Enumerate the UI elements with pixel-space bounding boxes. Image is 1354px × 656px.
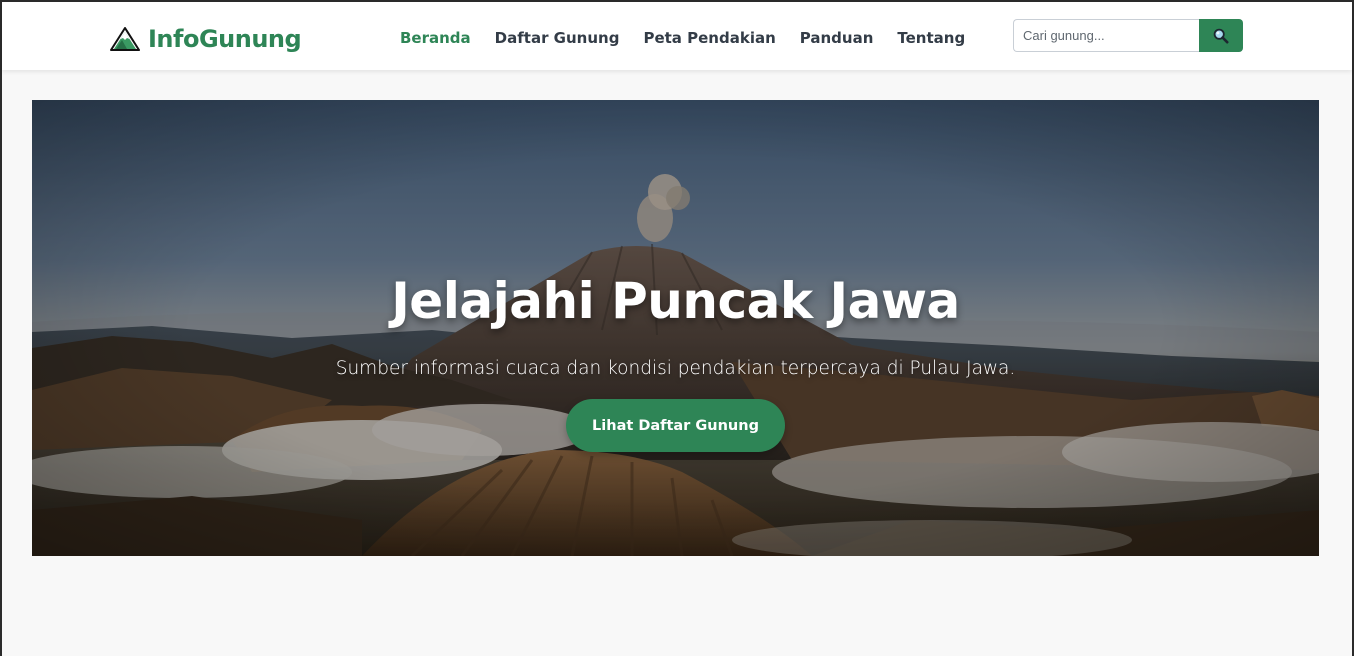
nav-link-peta-pendakian[interactable]: Peta Pendakian [643, 29, 775, 47]
hero-banner: Jelajahi Puncak Jawa Sumber informasi cu… [32, 100, 1319, 556]
navbar: InfoGunung Beranda Daftar Gunung Peta Pe… [2, 2, 1352, 70]
magnifier-icon [1213, 28, 1229, 43]
brand-link[interactable]: InfoGunung [110, 24, 302, 54]
search-input[interactable] [1013, 19, 1199, 52]
view-mountains-button[interactable]: Lihat Daftar Gunung [566, 399, 785, 452]
main-nav: Beranda Daftar Gunung Peta Pendakian Pan… [400, 26, 965, 50]
nav-link-daftar-gunung[interactable]: Daftar Gunung [495, 29, 620, 47]
hero-title: Jelajahi Puncak Jawa [391, 272, 960, 330]
mountain-icon [110, 27, 140, 51]
nav-link-beranda[interactable]: Beranda [400, 29, 471, 47]
search-form [1013, 19, 1243, 52]
search-button[interactable] [1199, 19, 1243, 52]
brand-name: InfoGunung [148, 25, 302, 53]
nav-link-panduan[interactable]: Panduan [800, 29, 874, 47]
hero-content: Jelajahi Puncak Jawa Sumber informasi cu… [32, 100, 1319, 556]
hero-subtitle: Sumber informasi cuaca dan kondisi penda… [335, 358, 1016, 379]
nav-link-tentang[interactable]: Tentang [897, 29, 965, 47]
